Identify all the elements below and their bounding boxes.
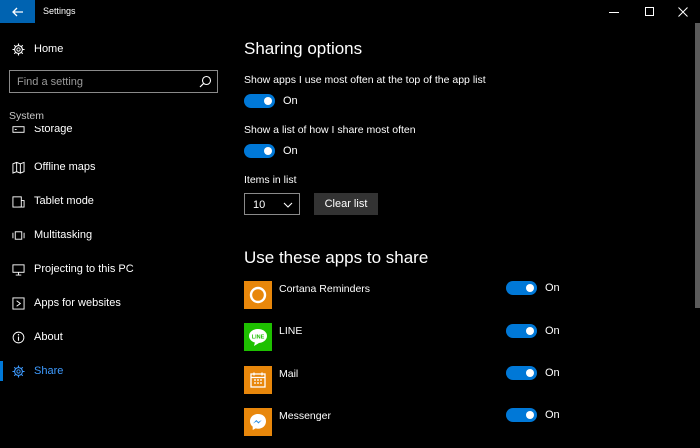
- sidebar-item-label: Apps for websites: [34, 297, 121, 309]
- sidebar-item-about[interactable]: About: [0, 324, 232, 350]
- close-icon: [678, 6, 688, 17]
- nav-home[interactable]: Home: [0, 37, 232, 61]
- storage-icon: [11, 126, 25, 136]
- maximize-button[interactable]: [633, 0, 667, 23]
- sidebar-item-tablet-mode[interactable]: Tablet mode: [0, 188, 232, 214]
- toggle-state-label: On: [283, 95, 298, 107]
- search-input[interactable]: [10, 71, 195, 92]
- scrollbar[interactable]: [695, 23, 700, 308]
- sidebar-item-storage[interactable]: Storage: [0, 126, 232, 140]
- sidebar-item-projecting[interactable]: Projecting to this PC: [0, 256, 232, 282]
- projector-icon: [11, 262, 25, 276]
- sidebar: Home System Storage Offline maps Tablet …: [0, 23, 232, 448]
- title-bar: Settings: [0, 0, 700, 23]
- clear-list-button[interactable]: Clear list: [314, 193, 378, 215]
- sidebar-item-label: Storage: [34, 126, 73, 135]
- minimize-icon: [609, 11, 619, 13]
- sidebar-item-offline-maps[interactable]: Offline maps: [0, 154, 232, 180]
- search-icon: [199, 75, 212, 88]
- search-box[interactable]: [9, 70, 218, 93]
- sidebar-item-label: Multitasking: [34, 229, 93, 241]
- sidebar-item-label: About: [34, 331, 63, 343]
- app-name: Messenger: [279, 410, 331, 422]
- sidebar-item-label: Projecting to this PC: [34, 263, 134, 275]
- toggle-state-label: On: [545, 325, 560, 337]
- messenger-icon: [244, 408, 272, 436]
- items-in-list-label: Items in list: [244, 174, 297, 186]
- toggle-share-list[interactable]: [244, 144, 275, 158]
- toggle-knob: [526, 327, 534, 335]
- app-name: Cortana Reminders: [279, 283, 371, 295]
- app-name: Mail: [279, 368, 299, 380]
- close-button[interactable]: [666, 0, 700, 23]
- maximize-icon: [645, 6, 654, 16]
- active-indicator: [0, 361, 3, 381]
- toggle-cortana[interactable]: [506, 281, 537, 295]
- chevron-down-icon: [283, 202, 293, 208]
- gear-icon: [11, 364, 25, 378]
- window-title: Settings: [43, 6, 76, 16]
- back-arrow-icon: [11, 7, 23, 16]
- svg-text:LINE: LINE: [252, 335, 265, 341]
- dropdown-value: 10: [253, 199, 266, 211]
- setting-label-top-apps: Show apps I use most often at the top of…: [244, 74, 486, 86]
- sidebar-item-label: Share: [34, 365, 64, 377]
- minimize-button[interactable]: [597, 0, 631, 23]
- toggle-mail[interactable]: [506, 366, 537, 380]
- toggle-knob: [526, 411, 534, 419]
- info-icon: [11, 330, 25, 344]
- toggle-state-label: On: [545, 409, 560, 421]
- toggle-knob: [264, 147, 272, 155]
- back-button[interactable]: [0, 0, 35, 23]
- toggle-state-label: On: [545, 367, 560, 379]
- toggle-line[interactable]: [506, 324, 537, 338]
- gear-icon: [11, 42, 25, 56]
- sidebar-item-label: Offline maps: [34, 161, 96, 173]
- toggle-knob: [264, 97, 272, 105]
- multitasking-icon: [11, 228, 25, 242]
- main-content: Sharing options Show apps I use most oft…: [244, 23, 700, 448]
- nav-home-label: Home: [34, 43, 64, 55]
- section-title-share-apps: Use these apps to share: [244, 248, 429, 267]
- toggle-knob: [526, 369, 534, 377]
- tablet-icon: [11, 194, 25, 208]
- sidebar-item-label: Tablet mode: [34, 195, 94, 207]
- map-icon: [11, 160, 25, 174]
- section-title-sharing-options: Sharing options: [244, 39, 363, 58]
- toggle-state-label: On: [545, 282, 560, 294]
- section-label: System: [9, 110, 45, 122]
- app-name: LINE: [279, 325, 303, 337]
- cortana-icon: [244, 281, 272, 309]
- items-in-list-dropdown[interactable]: 10: [244, 193, 300, 215]
- sidebar-item-apps-for-websites[interactable]: Apps for websites: [0, 290, 232, 316]
- toggle-state-label: On: [283, 145, 298, 157]
- toggle-messenger[interactable]: [506, 408, 537, 422]
- setting-label-share-list: Show a list of how I share most often: [244, 124, 416, 136]
- mail-icon: [244, 366, 272, 394]
- web-app-icon: [11, 296, 25, 310]
- sidebar-item-share[interactable]: Share: [0, 358, 232, 384]
- toggle-knob: [526, 284, 534, 292]
- sidebar-item-multitasking[interactable]: Multitasking: [0, 222, 232, 248]
- line-icon: LINE: [244, 323, 272, 351]
- toggle-top-apps[interactable]: [244, 94, 275, 108]
